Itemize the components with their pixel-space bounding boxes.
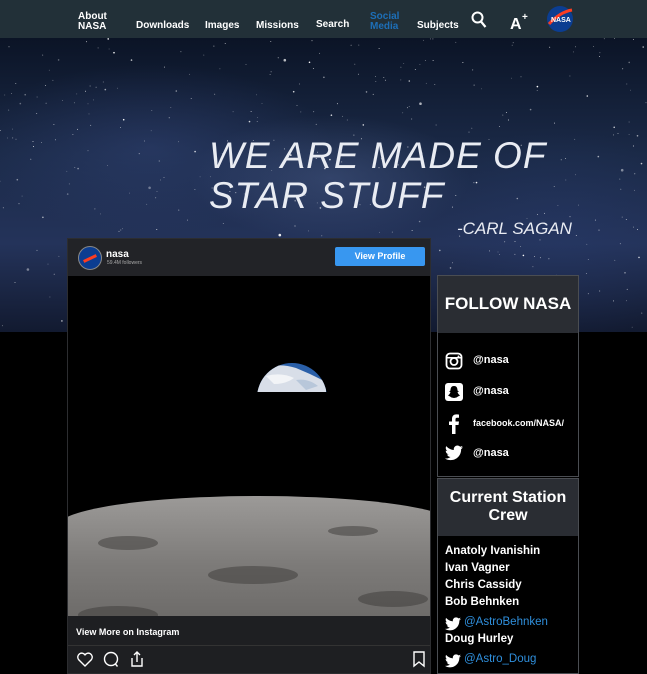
twitter-icon	[445, 654, 461, 668]
nav-social-media-line2: Media	[370, 21, 399, 32]
crew-handle-text: @Astro_Doug	[464, 653, 537, 665]
snapchat-icon	[445, 383, 463, 406]
comment-icon[interactable]	[102, 651, 120, 673]
station-crew-title: Current Station Crew	[438, 489, 578, 525]
twitter-icon	[445, 617, 461, 631]
station-crew-title-line1: Current Station	[449, 489, 567, 506]
share-icon[interactable]	[129, 651, 145, 673]
instagram-actions	[68, 646, 430, 674]
hero-quote-line1: WE ARE MADE OF	[209, 135, 547, 176]
follow-twitter-label: @nasa	[473, 447, 509, 459]
view-more-on-instagram-link[interactable]: View More on Instagram	[76, 627, 179, 637]
follow-facebook-label: facebook.com/NASA/	[473, 418, 565, 428]
svg-text:NASA: NASA	[551, 17, 571, 24]
crew-member-name: Anatoly Ivanishin	[445, 545, 541, 557]
follow-instagram-label: @nasa	[473, 354, 509, 366]
text-size-icon[interactable]: A +	[510, 11, 530, 36]
follow-twitter-link[interactable]: @nasa	[438, 442, 578, 466]
instagram-embed: nasa 59.4M followers View Profile View M…	[67, 238, 431, 674]
instagram-username[interactable]: nasa	[106, 249, 129, 260]
follow-snapchat-label: @nasa	[473, 385, 509, 397]
hero-quote-author: -CARL SAGAN	[457, 219, 572, 238]
heart-icon[interactable]	[76, 651, 94, 673]
nav-downloads[interactable]: Downloads	[136, 21, 189, 31]
instagram-follower-count: 59.4M followers	[107, 260, 143, 266]
twitter-icon	[445, 445, 463, 466]
instagram-view-more: View More on Instagram	[68, 616, 430, 646]
crew-handle-text: @AstroBehnken	[464, 616, 548, 628]
station-crew-title-line2: Crew	[488, 507, 528, 524]
follow-snapchat-link[interactable]: @nasa	[438, 380, 578, 404]
nav-missions[interactable]: Missions	[256, 21, 299, 31]
svg-text:+: +	[522, 12, 528, 23]
crew-member-name: Doug Hurley	[445, 633, 514, 645]
nav-images[interactable]: Images	[205, 21, 239, 31]
nav-social-media[interactable]: Social Media	[370, 12, 399, 32]
instagram-post-image[interactable]	[68, 276, 430, 616]
top-navigation: About NASA Downloads Images Missions Sea…	[0, 0, 647, 38]
follow-facebook-link[interactable]: facebook.com/NASA/	[438, 411, 578, 435]
crew-member-name: Ivan Vagner	[445, 562, 510, 574]
bookmark-icon[interactable]	[412, 651, 426, 673]
earthrise-earth	[256, 362, 328, 422]
instagram-header: nasa 59.4M followers View Profile	[68, 239, 430, 276]
view-profile-button[interactable]: View Profile	[335, 247, 425, 266]
crew-member-name: Bob Behnken	[445, 596, 520, 608]
search-icon[interactable]	[471, 11, 487, 34]
follow-instagram-link[interactable]: @nasa	[438, 349, 578, 373]
svg-text:A: A	[510, 16, 522, 31]
nav-about-nasa-line2: NASA	[78, 21, 107, 32]
nav-subjects[interactable]: Subjects	[417, 21, 459, 31]
avatar[interactable]	[78, 246, 102, 270]
nav-search[interactable]: Search	[316, 20, 349, 30]
crew-member-name: Chris Cassidy	[445, 579, 522, 591]
nav-about-nasa[interactable]: About NASA	[78, 12, 107, 32]
lunar-surface	[68, 496, 430, 616]
facebook-icon	[445, 414, 463, 439]
hero-quote: WE ARE MADE OF STAR STUFF	[209, 136, 546, 216]
nasa-logo[interactable]: NASA	[545, 4, 575, 39]
hero-quote-line2: STAR STUFF	[209, 175, 445, 216]
follow-nasa-header: FOLLOW NASA	[438, 276, 578, 333]
follow-nasa-title: FOLLOW NASA	[444, 294, 572, 313]
station-crew-header: Current Station Crew	[438, 479, 578, 536]
instagram-icon	[445, 352, 463, 375]
follow-nasa-panel: FOLLOW NASA @nasa @nasa facebook.com/NAS…	[437, 275, 579, 477]
station-crew-panel: Current Station Crew Anatoly Ivanishin I…	[437, 478, 579, 674]
